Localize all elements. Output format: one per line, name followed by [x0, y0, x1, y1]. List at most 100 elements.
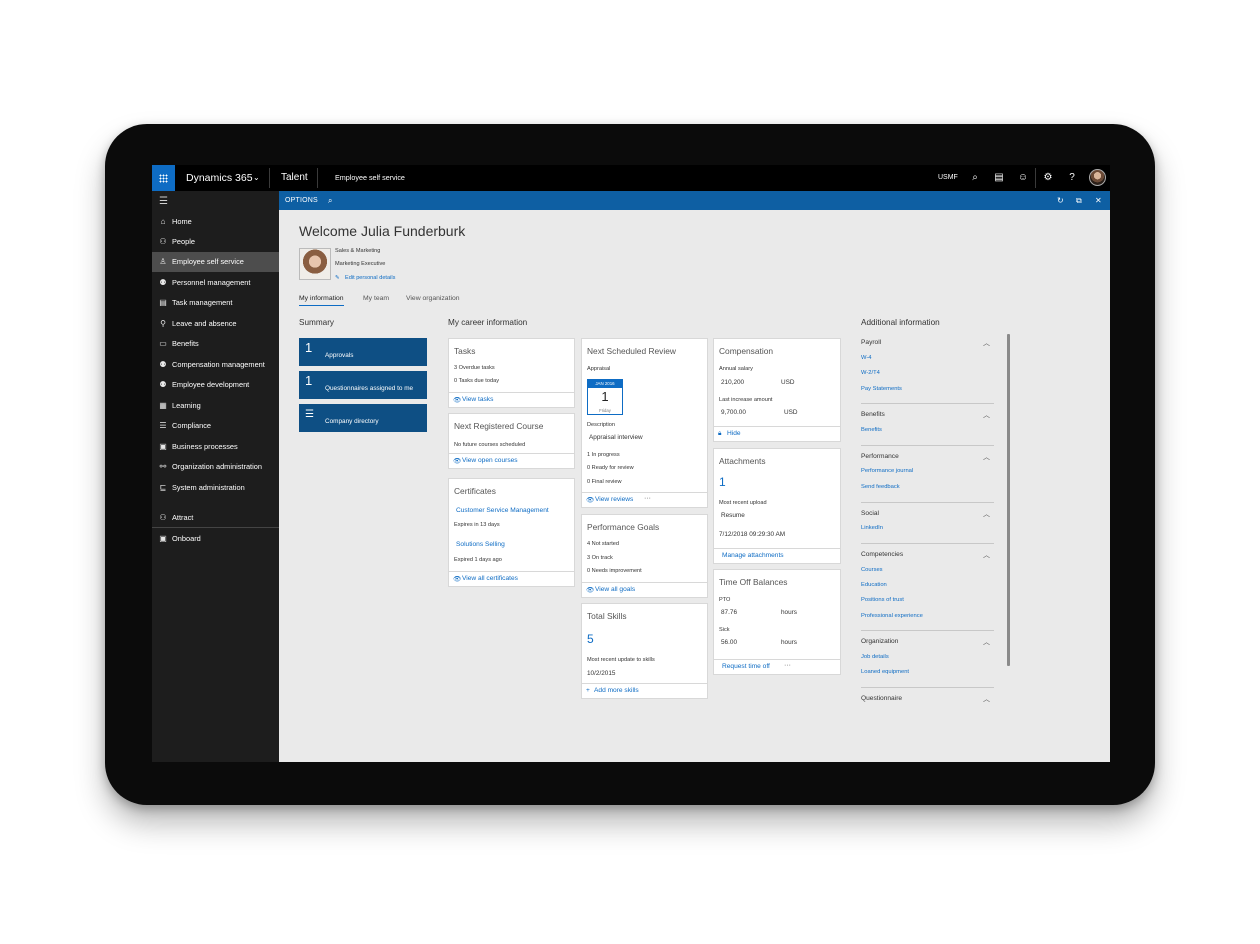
approvals-tile[interactable]: 1 Approvals — [299, 338, 427, 366]
nav-label: Organization administration — [172, 462, 262, 471]
appraisal-link[interactable]: Appraisal — [587, 366, 610, 372]
user-avatar[interactable] — [1089, 169, 1106, 186]
close-icon[interactable]: ✕ — [1095, 191, 1102, 210]
loaned-equipment-link[interactable]: Loaned equipment — [861, 669, 909, 675]
hamburger-menu-icon[interactable]: ☰ — [159, 196, 168, 207]
questionnaires-tile[interactable]: 1 Questionnaires assigned to me — [299, 371, 427, 399]
nav-item-employee-self-service[interactable]: ♙ Employee self service — [152, 252, 279, 272]
send-feedback-link[interactable]: Send feedback — [861, 484, 900, 490]
scrollbar[interactable] — [1007, 334, 1010, 666]
performance-journal-link[interactable]: Performance journal — [861, 468, 913, 474]
learning-icon: ▦ — [159, 401, 167, 410]
nav-item-compliance[interactable]: ☰ Compliance — [152, 416, 279, 436]
nav-item-attract[interactable]: ⚇ Attract — [152, 508, 279, 528]
professional-experience-link[interactable]: Professional experience — [861, 613, 923, 619]
nav-item-home[interactable]: ⌂ Home — [152, 212, 279, 232]
benefits-section-header[interactable]: Benefits — [861, 411, 885, 418]
company-directory-tile[interactable]: ☰ Company directory — [299, 404, 427, 432]
nav-item-people[interactable]: ⚇ People — [152, 232, 279, 252]
nav-label: Benefits — [172, 339, 199, 348]
linkedin-link[interactable]: LinkedIn — [861, 525, 883, 531]
courses-link[interactable]: Courses — [861, 567, 883, 573]
card-title: Compensation — [719, 346, 774, 356]
request-time-off-link[interactable]: Request time off ··· — [714, 659, 840, 674]
app-name[interactable]: Dynamics 365 — [186, 165, 253, 191]
view-reviews-link[interactable]: 👁 View reviews ··· — [582, 492, 707, 507]
nav-item-system-administration[interactable]: ⊑ System administration — [152, 478, 279, 498]
leave-icon: ⚲ — [160, 319, 166, 328]
chevron-up-icon[interactable]: ︿ — [983, 637, 990, 647]
more-icon[interactable]: ··· — [644, 495, 651, 502]
view-all-certificates-link[interactable]: 👁 View all certificates — [449, 571, 574, 586]
options-bar: OPTIONS ⌕ ↻ ⧉ ✕ — [279, 191, 1110, 210]
waffle-icon[interactable] — [152, 165, 175, 191]
attachments-count: 1 — [719, 475, 726, 489]
business-icon: ▣ — [159, 442, 167, 451]
nav-item-task-management[interactable]: ▤ Task management — [152, 293, 279, 313]
tab-my-team[interactable]: My team — [363, 295, 389, 302]
payroll-section-header[interactable]: Payroll — [861, 339, 881, 346]
w4-link[interactable]: W-4 — [861, 355, 872, 361]
chevron-up-icon[interactable]: ︿ — [983, 338, 990, 348]
attachments-card: Attachments 1 Most recent upload Resume … — [713, 448, 841, 564]
help-icon[interactable]: ? — [1064, 165, 1080, 191]
pay-statements-link[interactable]: Pay Statements — [861, 386, 902, 392]
nav-label: Personnel management — [172, 278, 251, 287]
footer-label: View open courses — [462, 457, 518, 464]
nav-item-compensation-management[interactable]: ⚉ Compensation management — [152, 355, 279, 375]
options-button[interactable]: OPTIONS — [285, 191, 318, 210]
view-open-courses-link[interactable]: 👁 View open courses — [449, 453, 574, 468]
sick-value: 56.00 — [721, 639, 737, 646]
nav-item-personnel-management[interactable]: ⚉ Personnel management — [152, 273, 279, 293]
calendar-month: JAN 2016 — [588, 380, 622, 388]
chevron-up-icon[interactable]: ︿ — [983, 550, 990, 560]
nav-item-leave-and-absence[interactable]: ⚲ Leave and absence — [152, 314, 279, 334]
view-all-goals-link[interactable]: 👁 View all goals — [582, 582, 707, 597]
description-value: Appraisal interview — [589, 434, 643, 441]
search-icon[interactable]: ⌕ — [328, 191, 332, 210]
pto-unit: hours — [781, 609, 797, 616]
social-section-header[interactable]: Social — [861, 510, 879, 517]
positions-of-trust-link[interactable]: Positions of trust — [861, 597, 904, 603]
w2-t4-link[interactable]: W-2/T4 — [861, 370, 880, 376]
open-new-window-icon[interactable]: ⧉ — [1076, 191, 1082, 210]
benefits-link[interactable]: Benefits — [861, 427, 882, 433]
nav-item-organization-administration[interactable]: ⚯ Organization administration — [152, 457, 279, 477]
education-link[interactable]: Education — [861, 582, 887, 588]
certificate-link[interactable]: Customer Service Management — [456, 507, 549, 514]
nav-item-employee-development[interactable]: ⚉ Employee development — [152, 375, 279, 395]
certificate-link[interactable]: Solutions Selling — [456, 541, 505, 548]
more-icon[interactable]: ··· — [784, 662, 791, 669]
search-icon[interactable]: ⌕ — [967, 165, 983, 191]
chevron-up-icon[interactable]: ︿ — [983, 410, 990, 420]
chevron-up-icon[interactable]: ︿ — [983, 694, 990, 704]
questionnaire-section-header[interactable]: Questionnaire — [861, 695, 902, 702]
view-tasks-link[interactable]: 👁 View tasks — [449, 392, 574, 407]
company-selector[interactable]: USMF — [938, 165, 958, 191]
nav-item-learning[interactable]: ▦ Learning — [152, 396, 279, 416]
manage-attachments-link[interactable]: Manage attachments — [714, 548, 840, 563]
refresh-icon[interactable]: ↻ — [1057, 191, 1064, 210]
nav-item-benefits[interactable]: ▭ Benefits — [152, 334, 279, 354]
nav-item-business-processes[interactable]: ▣ Business processes — [152, 437, 279, 457]
tab-view-organization[interactable]: View organization — [406, 295, 460, 302]
add-more-skills-link[interactable]: + Add more skills — [582, 683, 707, 698]
pencil-icon: ✎ — [335, 275, 340, 281]
edit-personal-details-link[interactable]: Edit personal details — [345, 275, 395, 281]
organization-section-header[interactable]: Organization — [861, 638, 898, 645]
gear-icon[interactable]: ⚙ — [1040, 165, 1056, 191]
competencies-section-header[interactable]: Competencies — [861, 551, 903, 558]
chevron-up-icon[interactable]: ︿ — [983, 509, 990, 519]
chevron-down-icon[interactable]: ⌄ — [253, 165, 260, 191]
nav-item-onboard[interactable]: ▣ Onboard — [152, 529, 279, 549]
increase-currency: USD — [784, 409, 798, 416]
module-name[interactable]: Talent — [281, 165, 308, 191]
annual-salary-value[interactable]: 210,200 — [721, 379, 744, 386]
chat-icon[interactable]: ▤ — [991, 165, 1007, 191]
chevron-up-icon[interactable]: ︿ — [983, 452, 990, 462]
smiley-icon[interactable]: ☺ — [1015, 165, 1031, 191]
hide-compensation-button[interactable]: 🔒︎ Hide — [714, 426, 840, 441]
performance-section-header[interactable]: Performance — [861, 453, 899, 460]
job-details-link[interactable]: Job details — [861, 654, 889, 660]
tab-my-information[interactable]: My information — [299, 295, 344, 306]
